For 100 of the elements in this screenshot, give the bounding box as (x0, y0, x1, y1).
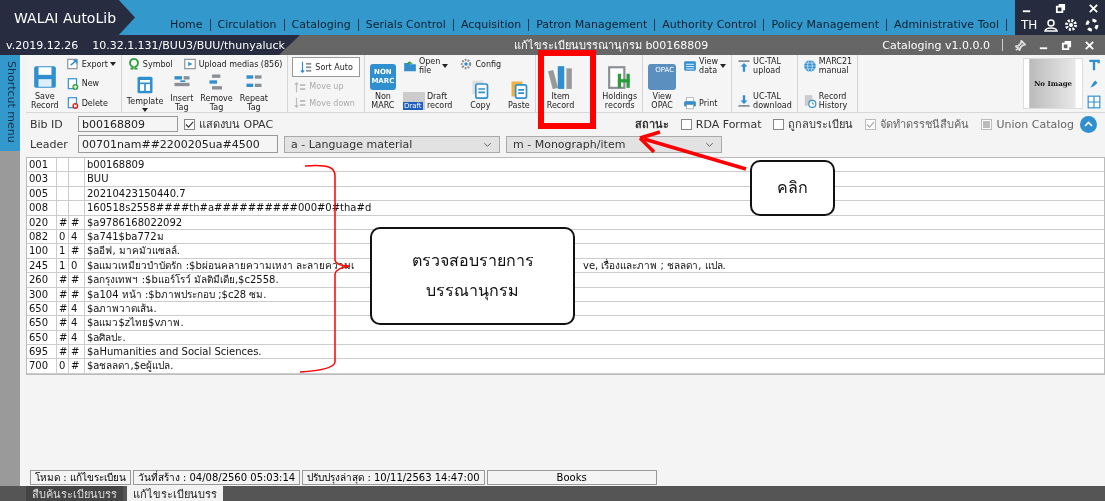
nav-link[interactable]: Circulation (210, 19, 285, 31)
indicator-cell: 0 (57, 359, 69, 373)
tag-cell: 001 (27, 158, 57, 172)
text-format-icon (1087, 58, 1101, 72)
language-label[interactable]: TH (1021, 18, 1038, 32)
tag-cell: 082 (27, 229, 57, 244)
ribbon-button[interactable]: Paste (507, 79, 531, 110)
checkbox[interactable] (680, 118, 692, 130)
ribbon-button[interactable]: Remove Tag (199, 72, 234, 112)
tag-cell: 650 (27, 330, 57, 345)
ribbon-button[interactable]: Insert Tag (169, 72, 195, 112)
ribbon-button[interactable]: UC-TAL upload (736, 57, 793, 75)
bib-id-field[interactable]: b00168809 (78, 116, 178, 132)
ribbon-button[interactable]: Copy (458, 79, 503, 110)
indicator-cell: # (57, 301, 69, 316)
shortcut-menu-tab[interactable]: Shortcut menu (0, 55, 20, 151)
document-tab[interactable]: แก้ไขระเบียนบรร (127, 486, 223, 501)
tag-cell: 003 (27, 172, 57, 186)
tag-cell: 005 (27, 186, 57, 201)
field-value: $aศิลปะ. (87, 330, 126, 345)
nav-link[interactable]: Patron Management (529, 19, 656, 31)
nav-link[interactable]: Policy Management (764, 19, 888, 31)
bib-level-dropdown[interactable]: m - Monograph/item (506, 135, 722, 153)
checkbox-label: Union Catalog (996, 117, 1074, 131)
chevron-up-icon (1084, 121, 1093, 127)
field-value: $aHumanities and Social Sciences. (87, 345, 262, 359)
sort-icon (299, 60, 314, 74)
settings-icon[interactable] (1064, 18, 1079, 32)
nav-link[interactable]: Cataloging (284, 19, 359, 31)
indicator-cell: # (69, 359, 85, 373)
leader-field[interactable]: 00701nam##2200205ua#4500 (78, 135, 278, 153)
ribbon-button[interactable]: Holdings records (601, 57, 639, 110)
ribbon-button[interactable]: View data (682, 57, 728, 75)
ribbon-button[interactable]: Template (125, 75, 165, 112)
ribbon-button[interactable]: Symbol (125, 57, 174, 71)
ribbon-button[interactable]: Repeat Tag (238, 72, 269, 112)
field-label: Leader (29, 137, 69, 151)
app-logo: WALAI AutoLib (0, 0, 135, 35)
ribbon-button[interactable]: Open file (401, 57, 454, 75)
module-label: Cataloging v1.0.0.0 (882, 38, 990, 52)
ribbon-button[interactable]: UC-TAL download (736, 92, 793, 110)
nav-link[interactable]: Serials Control (358, 19, 454, 31)
caret-icon (109, 62, 116, 66)
list-window-icon (683, 59, 698, 73)
checkbox[interactable] (184, 118, 195, 130)
field-value: $aชลลดา,$eผู้แปล. (87, 359, 174, 373)
ribbon-button[interactable]: Sort Auto (292, 57, 360, 77)
field-label: Bib ID (29, 117, 64, 131)
user-icon[interactable] (1043, 18, 1058, 32)
indicator-cell: 4 (69, 330, 85, 345)
field-value: $a741$ba772ม (87, 229, 164, 244)
tag-cell: 695 (27, 345, 57, 359)
nav-link[interactable]: Authority Control (655, 19, 765, 31)
ribbon-button[interactable]: Delete (64, 96, 117, 110)
ribbon-button[interactable]: MARC21 manual (801, 57, 854, 75)
indicator-cell: # (57, 287, 69, 301)
field-value: b00168809 (87, 158, 145, 172)
ribbon-button[interactable]: Export (64, 57, 117, 71)
copy-icon (470, 79, 491, 99)
ribbon-button[interactable]: Upload medias (856) (181, 57, 284, 71)
folder-icon (402, 59, 417, 73)
collapse-button[interactable] (1080, 115, 1097, 133)
close-icon[interactable] (1088, 3, 1099, 14)
record-type-dropdown[interactable]: a - Language material (284, 135, 500, 153)
indicator-cell: # (69, 287, 85, 301)
indicator-cell: # (57, 215, 69, 229)
indicator-cell: # (57, 330, 69, 345)
field-value: $aภาพวาดเส้น. (87, 301, 157, 316)
document-tab[interactable]: สืบค้นระเบียนบรร (26, 486, 123, 501)
indicator-cell: 0 (69, 258, 85, 273)
tag-cell: 020 (27, 215, 57, 229)
status-label: สถานะ (634, 117, 669, 133)
pin-icon[interactable] (1015, 39, 1026, 51)
indicator-cell: # (69, 345, 85, 359)
ribbon-button[interactable]: Print (682, 96, 728, 110)
ribbon-button[interactable]: New (64, 76, 117, 91)
indicator-cell: # (57, 316, 69, 330)
ribbon-button[interactable]: Record History (801, 92, 854, 110)
field-value: ve, เรื่องและภาพ ; ชลลดา, แปล. (583, 258, 726, 273)
restore-icon[interactable] (1054, 3, 1066, 14)
ribbon-button[interactable]: Item Record (545, 57, 576, 110)
nav-link[interactable]: Acquisition (453, 19, 530, 31)
checkbox-label: ถูกลบระเบียน (788, 117, 854, 133)
ribbon-button[interactable]: Save Record (30, 57, 60, 110)
ribbon-button[interactable]: Config (458, 57, 503, 71)
checkbox[interactable] (773, 118, 785, 130)
indicator-cell: 1 (57, 258, 69, 273)
nav-link[interactable]: Home (163, 19, 211, 31)
printer-icon (683, 96, 698, 110)
indicator-cell: # (69, 273, 85, 287)
field-value: $a9786168022092 (87, 215, 183, 229)
status-text: ปรับปรุงล่าสุด : 10/11/2563 14:47:00 (302, 469, 485, 485)
indicator-cell: 4 (69, 301, 85, 316)
checkbox-label: RDA Format (695, 117, 762, 131)
tag-cell: 650 (27, 316, 57, 330)
checkbox-label: จัดทำดรรชนีสืบค้น (880, 117, 970, 133)
tag-cell: 700 (27, 359, 57, 373)
status-text: Books (486, 469, 657, 485)
nav-link[interactable]: Administrative Tool (887, 19, 1007, 31)
status-text: โหมด : แก้ไขระเบียน (30, 469, 131, 485)
